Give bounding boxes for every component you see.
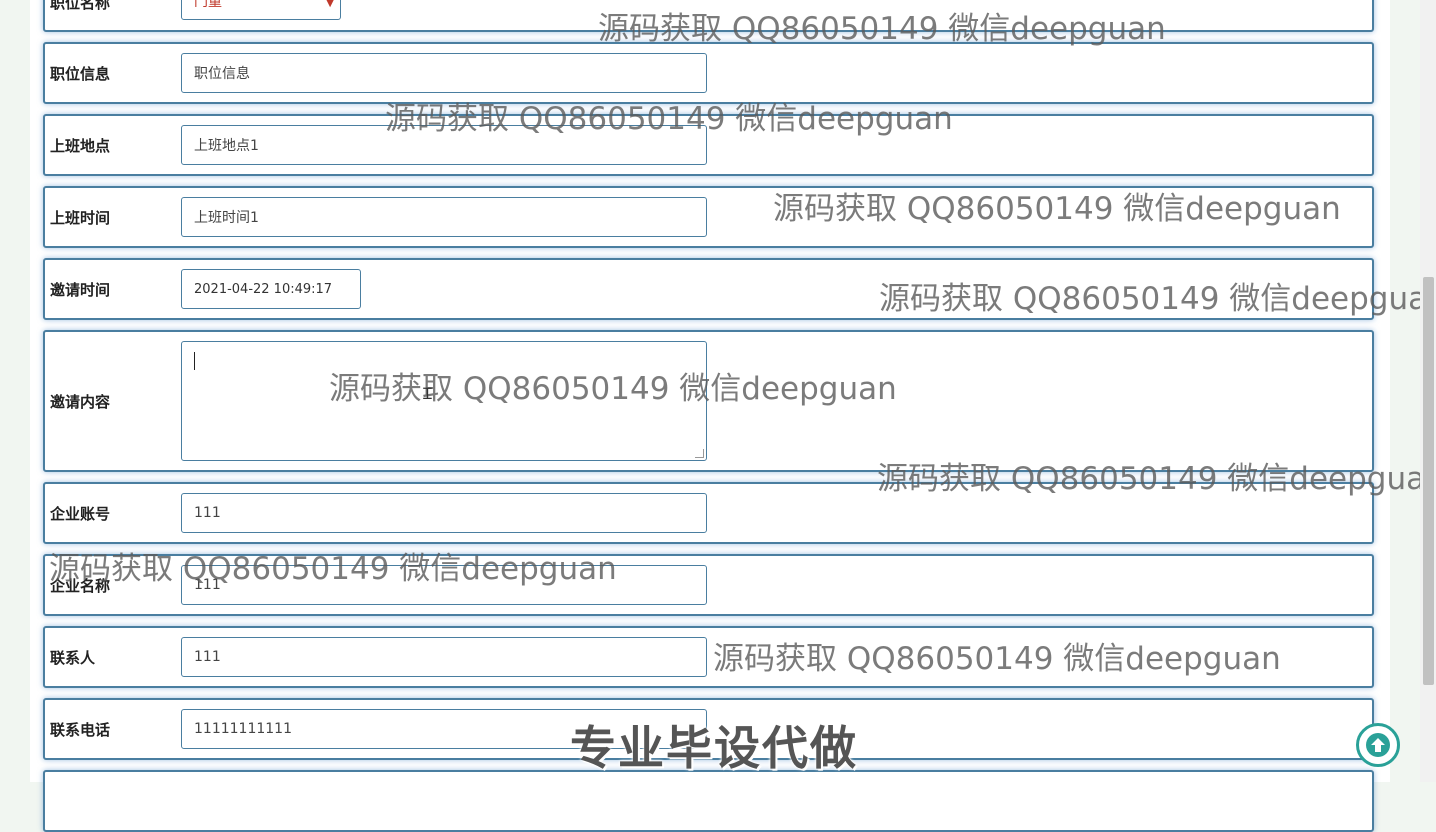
contact-person-label: 联系人 <box>50 648 96 667</box>
work-time-value: 上班时间1 <box>194 210 259 226</box>
form-row-company-name: 企业名称 111 <box>43 554 1374 616</box>
invite-time-label: 邀请时间 <box>50 280 111 299</box>
job-title-value: 门童 <box>194 0 222 10</box>
promo-banner: 专业毕设代做 <box>570 721 858 775</box>
work-time-label: 上班时间 <box>50 208 111 227</box>
invite-content-label: 邀请内容 <box>50 392 111 411</box>
invite-time-input[interactable]: 2021-04-22 10:49:17 <box>181 269 361 309</box>
job-title-select[interactable]: 门童 ▼ <box>181 0 341 20</box>
contact-person-value: 111 <box>194 649 221 665</box>
job-info-input[interactable]: 职位信息 <box>181 53 707 93</box>
form-row-work-location: 上班地点 上班地点1 <box>43 114 1374 176</box>
text-caret <box>194 352 195 370</box>
invite-time-value: 2021-04-22 10:49:17 <box>194 281 333 297</box>
form-row-invite-content: 邀请内容 <box>43 330 1374 472</box>
job-info-label: 职位信息 <box>50 64 111 83</box>
form-row-job-info: 职位信息 职位信息 <box>43 42 1374 104</box>
form-row-company-account: 企业账号 111 <box>43 482 1374 544</box>
contact-phone-label: 联系电话 <box>50 720 111 739</box>
work-location-value: 上班地点1 <box>194 138 259 154</box>
company-name-value: 111 <box>194 577 221 593</box>
form-row-work-time: 上班时间 上班时间1 <box>43 186 1374 248</box>
contact-person-input[interactable]: 111 <box>181 637 707 677</box>
contact-phone-value: 11111111111 <box>194 721 292 737</box>
chevron-down-icon: ▼ <box>326 0 334 9</box>
company-name-label: 企业名称 <box>50 576 111 595</box>
work-location-input[interactable]: 上班地点1 <box>181 125 707 165</box>
company-name-input[interactable]: 111 <box>181 565 707 605</box>
invite-content-textarea[interactable] <box>181 341 707 461</box>
form-row-contact-person: 联系人 111 <box>43 626 1374 688</box>
work-time-input[interactable]: 上班时间1 <box>181 197 707 237</box>
company-account-value: 111 <box>194 505 221 521</box>
scrollbar-thumb[interactable] <box>1423 277 1434 685</box>
job-info-value: 职位信息 <box>194 66 250 82</box>
form-row-next <box>43 770 1374 832</box>
ibeam-cursor-icon: Ɪ <box>423 386 432 403</box>
arrow-up-circle-icon <box>1366 733 1390 757</box>
back-to-top-button[interactable] <box>1356 723 1400 767</box>
job-title-label: 职位名称 <box>50 0 111 12</box>
form-row-invite-time: 邀请时间 2021-04-22 10:49:17 <box>43 258 1374 320</box>
company-account-label: 企业账号 <box>50 504 111 523</box>
work-location-label: 上班地点 <box>50 136 111 155</box>
company-account-input[interactable]: 111 <box>181 493 707 533</box>
resize-handle-icon[interactable] <box>695 449 704 458</box>
